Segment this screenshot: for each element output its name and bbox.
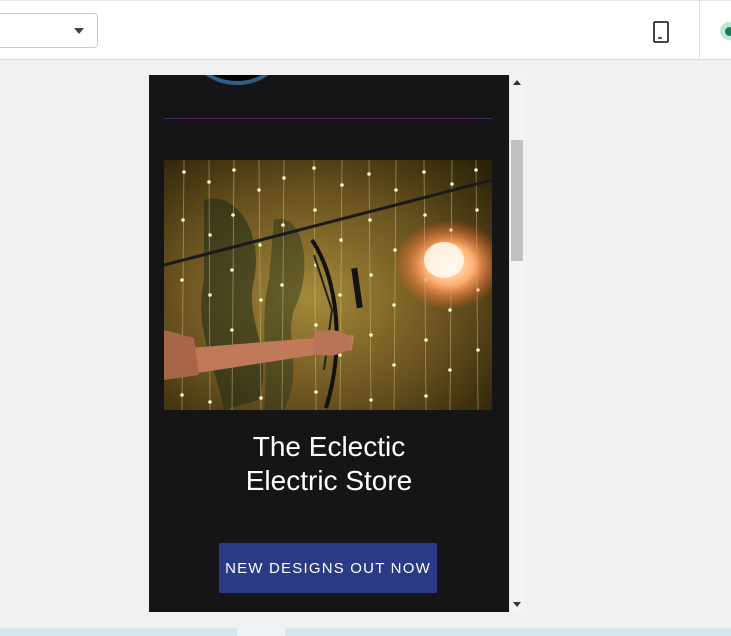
hero-photo-archer-fire bbox=[164, 160, 492, 410]
bottom-panel-edge bbox=[0, 628, 731, 636]
devtools-toolbar bbox=[0, 0, 731, 60]
new-designs-button[interactable]: NEW DESIGNS OUT NOW bbox=[219, 543, 437, 593]
status-indicator-icon[interactable] bbox=[720, 22, 731, 40]
device-select[interactable] bbox=[0, 13, 98, 48]
mobile-preview: The Eclectic Electric Store NEW DESIGNS O… bbox=[149, 75, 509, 612]
bottom-panel-segment[interactable] bbox=[237, 628, 285, 636]
store-title: The Eclectic Electric Store bbox=[245, 431, 413, 496]
scroll-thumb[interactable] bbox=[511, 140, 523, 261]
scroll-up-icon[interactable] bbox=[513, 80, 521, 85]
toolbar-divider bbox=[699, 1, 700, 60]
chevron-down-icon bbox=[74, 28, 84, 34]
section-divider bbox=[164, 118, 492, 119]
hero-image bbox=[164, 160, 492, 410]
preview-scrollbar[interactable] bbox=[509, 75, 524, 612]
scroll-down-icon[interactable] bbox=[513, 602, 521, 607]
store-logo[interactable] bbox=[189, 75, 285, 85]
phone-icon[interactable] bbox=[648, 19, 672, 45]
